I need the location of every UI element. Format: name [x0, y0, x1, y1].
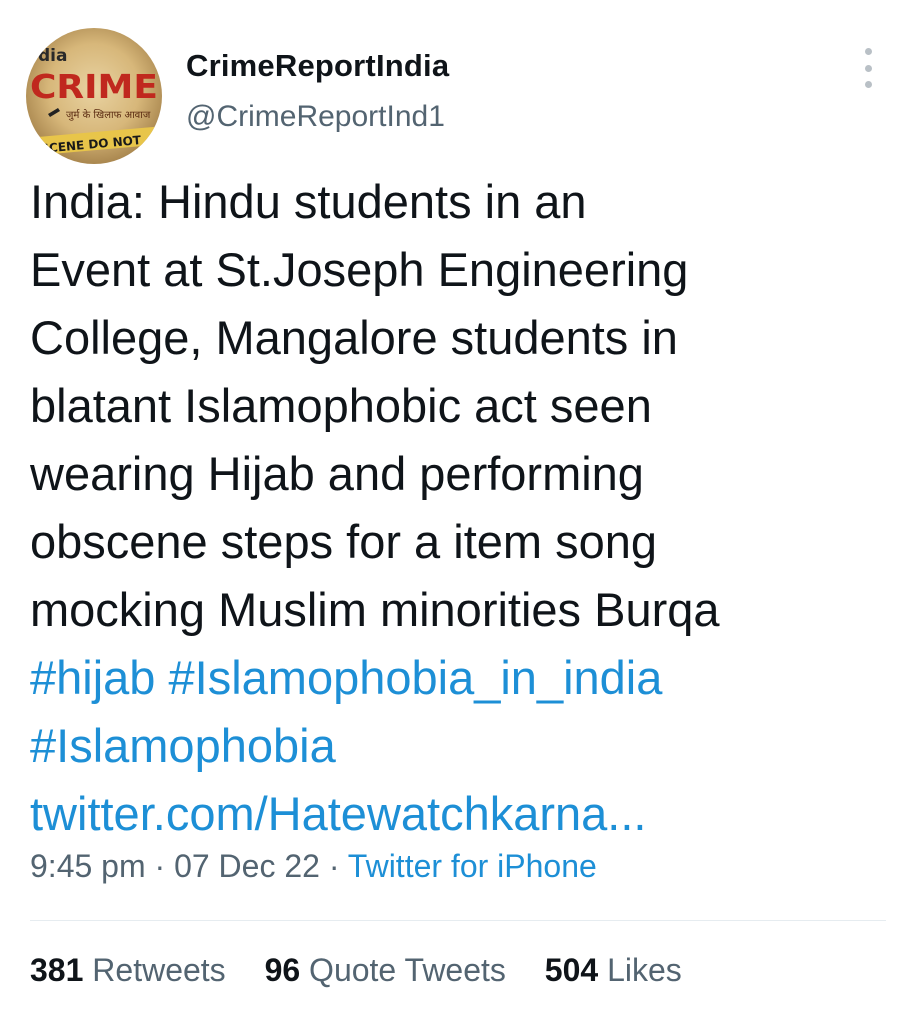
tweet-line: obscene steps for a item song: [30, 515, 658, 568]
tweet-url-link[interactable]: twitter.com/Hatewatchkarna...: [30, 787, 646, 840]
hashtag-link[interactable]: #Islamophobia: [30, 719, 336, 772]
more-dot: [864, 64, 872, 72]
tweet-line: India: Hindu students in an: [30, 175, 587, 228]
tweet-line: mocking Muslim minorities Burqa: [30, 583, 720, 636]
retweets-stat[interactable]: 381 Retweets: [30, 952, 226, 989]
avatar-top-text: dia: [38, 46, 67, 66]
tweet-line: Event at St.Joseph Engineering: [30, 243, 689, 296]
divider: [30, 920, 886, 921]
tweet-detail: dia CRIME जुर्म के खिलाफ आवाज SCENE DO N…: [0, 0, 915, 1024]
tweet-date[interactable]: 07 Dec 22: [174, 848, 320, 884]
meta-separator: ·: [154, 848, 166, 884]
tweet-line: College, Mangalore students in: [30, 311, 678, 364]
retweets-label: Retweets: [92, 952, 226, 988]
likes-stat[interactable]: 504 Likes: [545, 952, 682, 989]
tweet-source-link[interactable]: Twitter for iPhone: [348, 848, 597, 884]
quote-tweets-count: 96: [264, 952, 301, 988]
hashtag-link[interactable]: #Islamophobia_in_india: [169, 651, 663, 704]
likes-count: 504: [544, 952, 599, 988]
author-handle[interactable]: @CrimeReportInd1: [186, 100, 445, 134]
author-name[interactable]: CrimeReportIndia: [186, 48, 449, 84]
quote-tweets-stat[interactable]: 96 Quote Tweets: [265, 952, 506, 989]
tweet-text: India: Hindu students in an Event at St.…: [30, 168, 900, 848]
likes-label: Likes: [607, 952, 682, 988]
tweet-line: blatant Islamophobic act seen: [30, 379, 652, 432]
more-dot: [864, 48, 872, 55]
meta-separator: ·: [328, 848, 340, 884]
crime-logo-image: dia CRIME जुर्म के खिलाफ आवाज SCENE DO N…: [30, 46, 162, 156]
retweets-count: 381: [30, 952, 84, 988]
avatar[interactable]: dia CRIME जुर्म के खिलाफ आवाज SCENE DO N…: [26, 28, 162, 164]
tweet-time[interactable]: 9:45 pm: [30, 848, 146, 884]
more-vertical-icon[interactable]: [855, 48, 881, 88]
hashtag-line: #Islamophobia: [30, 712, 900, 780]
hashtag-link[interactable]: #hijab: [30, 651, 155, 704]
avatar-logo-text: CRIME: [30, 67, 158, 106]
tweet-line: wearing Hijab and performing: [30, 447, 644, 500]
tweet-meta: 9:45 pm · 07 Dec 22 · Twitter for iPhone: [30, 848, 597, 885]
url-line: twitter.com/Hatewatchkarna...: [30, 780, 900, 848]
avatar-tagline: जुर्म के खिलाफ आवाज: [66, 109, 151, 121]
engagement-stats: 381 Retweets 96 Quote Tweets 504 Likes: [30, 952, 712, 989]
hashtag-line: #hijab #Islamophobia_in_india: [30, 644, 900, 712]
pen-icon: [48, 108, 60, 117]
quote-tweets-label: Quote Tweets: [309, 952, 506, 988]
more-dot: [864, 81, 872, 88]
